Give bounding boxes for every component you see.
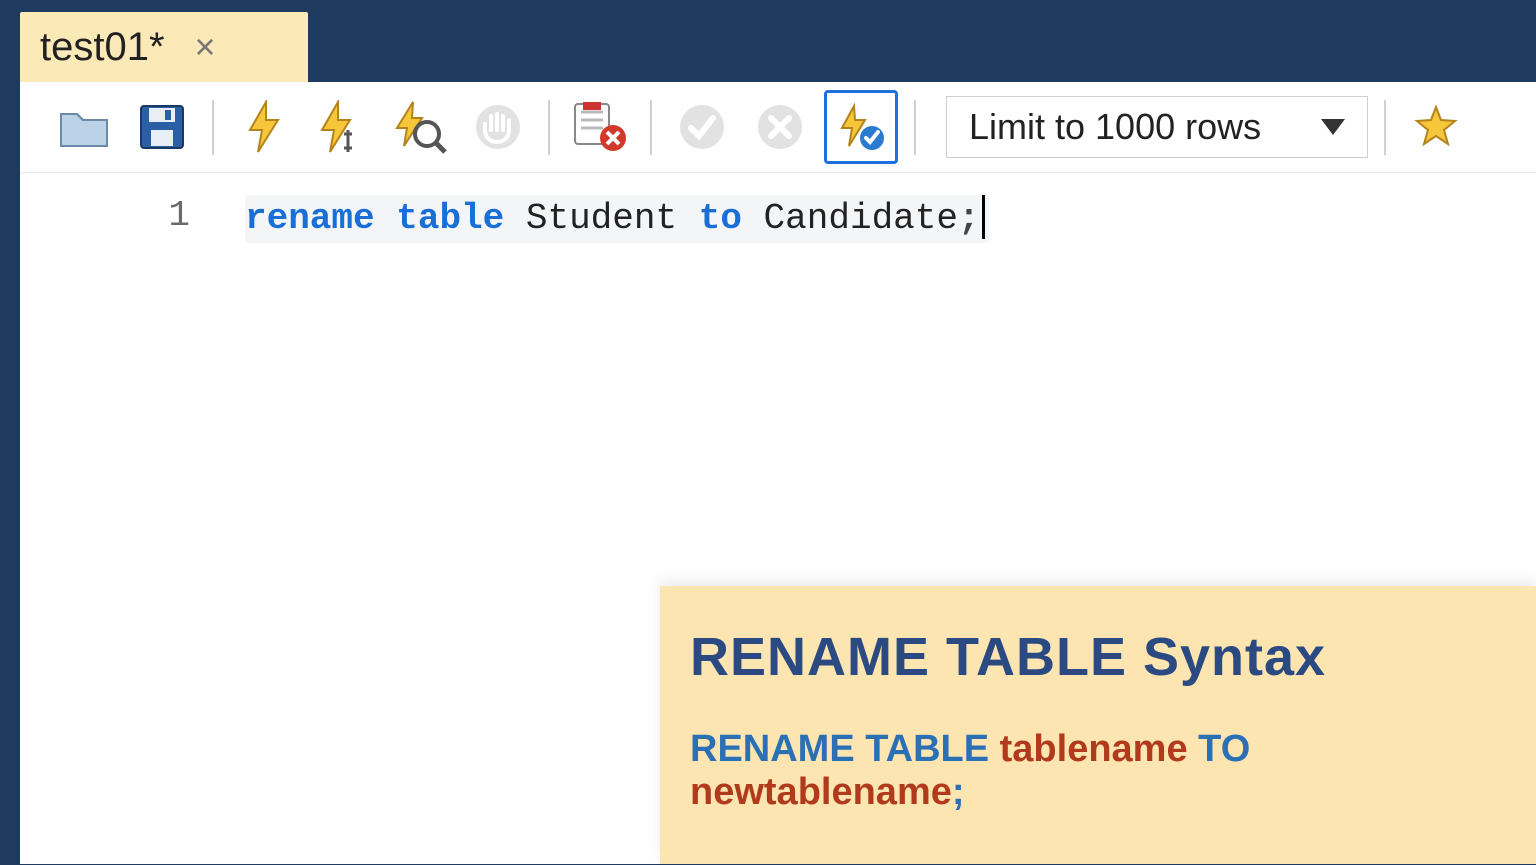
syntax-placeholder-new: newtablename (690, 771, 952, 813)
syntax-kw-to: TO (1188, 728, 1251, 770)
save-button[interactable] (128, 93, 196, 161)
semicolon: ; (958, 198, 980, 239)
syntax-help-card: RENAME TABLE Syntax RENAME TABLE tablena… (660, 586, 1536, 864)
tab-test01[interactable]: test01* × (20, 12, 308, 82)
stop-hand-icon (473, 102, 523, 152)
lightning-check-icon (836, 102, 886, 152)
toolbar-separator (548, 100, 550, 155)
execute-current-button[interactable] (308, 93, 376, 161)
toolbar-separator (650, 100, 652, 155)
syntax-semicolon: ; (952, 771, 965, 813)
tab-bar: test01* × (20, 12, 308, 82)
keyword-table: table (396, 198, 504, 239)
rollback-button[interactable] (746, 93, 814, 161)
commit-button[interactable] (668, 93, 736, 161)
toolbar-separator (1384, 100, 1386, 155)
syntax-line: RENAME TABLE tablename TO newtablename; (690, 728, 1506, 814)
tab-title: test01* (40, 25, 165, 70)
stop-button[interactable] (464, 93, 532, 161)
explain-button[interactable] (386, 93, 454, 161)
help-title: RENAME TABLE Syntax (690, 626, 1506, 688)
chevron-down-icon (1321, 119, 1345, 135)
star-icon (1414, 105, 1458, 149)
autocommit-toggle[interactable] (824, 90, 898, 164)
row-limit-label: Limit to 1000 rows (969, 106, 1261, 148)
toolbar-separator (914, 100, 916, 155)
text-cursor (982, 195, 985, 239)
check-icon (677, 102, 727, 152)
sql-line[interactable]: rename table Student to Candidate; (245, 195, 989, 243)
row-limit-select[interactable]: Limit to 1000 rows (946, 96, 1368, 158)
line-number: 1 (20, 195, 190, 236)
line-gutter: 1 (20, 173, 245, 865)
identifier-student: Student (526, 198, 677, 239)
identifier-candidate: Candidate (764, 198, 958, 239)
keyword-rename: rename (245, 198, 375, 239)
cross-icon (755, 102, 805, 152)
lightning-icon (244, 100, 284, 154)
toolbar: Limit to 1000 rows (20, 82, 1536, 173)
syntax-kw-rename: RENAME (690, 728, 865, 770)
lightning-magnify-icon (393, 100, 447, 154)
save-icon (139, 104, 185, 150)
lightning-cursor-icon (318, 100, 366, 154)
script-stop-icon (573, 102, 627, 152)
folder-icon (59, 106, 109, 148)
open-file-button[interactable] (50, 93, 118, 161)
beautify-button[interactable] (1402, 93, 1470, 161)
stop-script-button[interactable] (566, 93, 634, 161)
tab-close-icon[interactable]: × (195, 26, 216, 68)
syntax-placeholder-old: tablename (1000, 728, 1188, 770)
execute-button[interactable] (230, 93, 298, 161)
syntax-kw-table: TABLE (865, 728, 999, 770)
toolbar-separator (212, 100, 214, 155)
keyword-to: to (699, 198, 742, 239)
